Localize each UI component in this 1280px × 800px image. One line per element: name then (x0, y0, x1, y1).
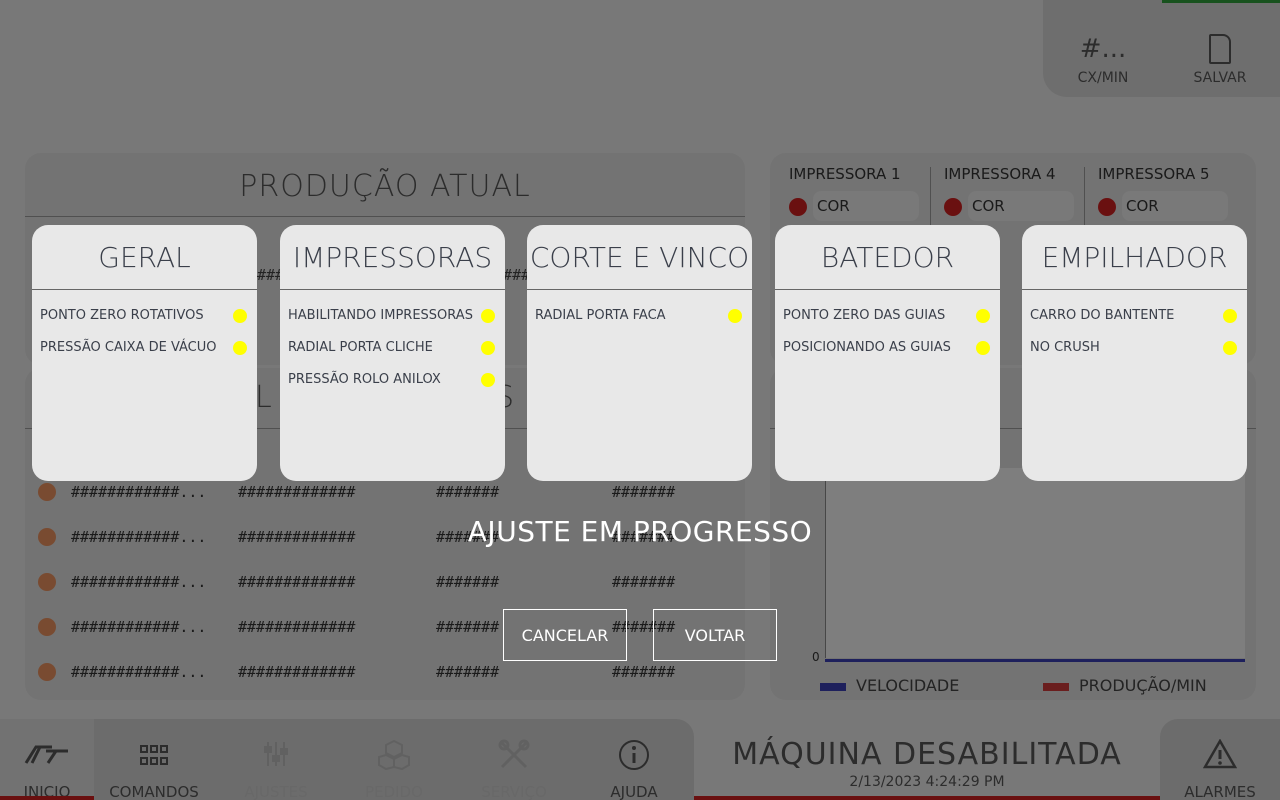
adjust-item: PRESSÃO CAIXA DE VÁCUO (32, 337, 257, 369)
group-geral-card: GERAL PONTO ZERO ROTATIVOS PRESSÃO CAIXA… (32, 225, 257, 481)
progress-indicator-dot (481, 341, 495, 355)
adjust-item-label: POSICIONANDO AS GUIAS (783, 340, 951, 355)
adjust-item: RADIAL PORTA CLICHE (280, 337, 505, 369)
adjust-item-label: PONTO ZERO ROTATIVOS (40, 308, 204, 323)
progress-indicator-dot (233, 341, 247, 355)
adjust-item: HABILITANDO IMPRESSORAS (280, 305, 505, 337)
progress-indicator-dot (481, 309, 495, 323)
adjust-item: CARRO DO BANTENTE (1022, 305, 1247, 337)
progress-indicator-dot (976, 309, 990, 323)
adjust-item-label: CARRO DO BANTENTE (1030, 308, 1175, 323)
adjust-item-label: PRESSÃO CAIXA DE VÁCUO (40, 340, 217, 355)
adjust-item: POSICIONANDO AS GUIAS (775, 337, 1000, 369)
adjust-item-label: PRESSÃO ROLO ANILOX (288, 372, 441, 387)
adjust-item-label: RADIAL PORTA CLICHE (288, 340, 433, 355)
adjust-item-label: PONTO ZERO DAS GUIAS (783, 308, 946, 323)
adjust-item: PONTO ZERO DAS GUIAS (775, 305, 1000, 337)
group-title: EMPILHADOR (1022, 225, 1247, 290)
group-impressoras-card: IMPRESSORAS HABILITANDO IMPRESSORAS RADI… (280, 225, 505, 481)
group-title: CORTE E VINCO (527, 225, 752, 290)
group-title: BATEDOR (775, 225, 1000, 290)
progress-indicator-dot (976, 341, 990, 355)
adjust-item: PRESSÃO ROLO ANILOX (280, 369, 505, 401)
progress-indicator-dot (1223, 309, 1237, 323)
group-corte-e-vinco-card: CORTE E VINCO RADIAL PORTA FACA (527, 225, 752, 481)
cancel-button[interactable]: CANCELAR (503, 609, 627, 661)
group-batedor-card: BATEDOR PONTO ZERO DAS GUIAS POSICIONAND… (775, 225, 1000, 481)
adjust-item: RADIAL PORTA FACA (527, 305, 752, 337)
group-title: GERAL (32, 225, 257, 290)
adjust-item: PONTO ZERO ROTATIVOS (32, 305, 257, 337)
adjust-item: NO CRUSH (1022, 337, 1247, 369)
adjust-item-label: HABILITANDO IMPRESSORAS (288, 308, 473, 323)
progress-indicator-dot (728, 309, 742, 323)
progress-indicator-dot (233, 309, 247, 323)
progress-indicator-dot (1223, 341, 1237, 355)
group-empilhador-card: EMPILHADOR CARRO DO BANTENTE NO CRUSH (1022, 225, 1247, 481)
back-button[interactable]: VOLTAR (653, 609, 777, 661)
adjust-item-label: NO CRUSH (1030, 340, 1100, 355)
progress-indicator-dot (481, 373, 495, 387)
adjust-progress-message: AJUSTE EM PROGRESSO (467, 515, 813, 548)
adjust-item-label: RADIAL PORTA FACA (535, 308, 666, 323)
group-title: IMPRESSORAS (280, 225, 505, 290)
